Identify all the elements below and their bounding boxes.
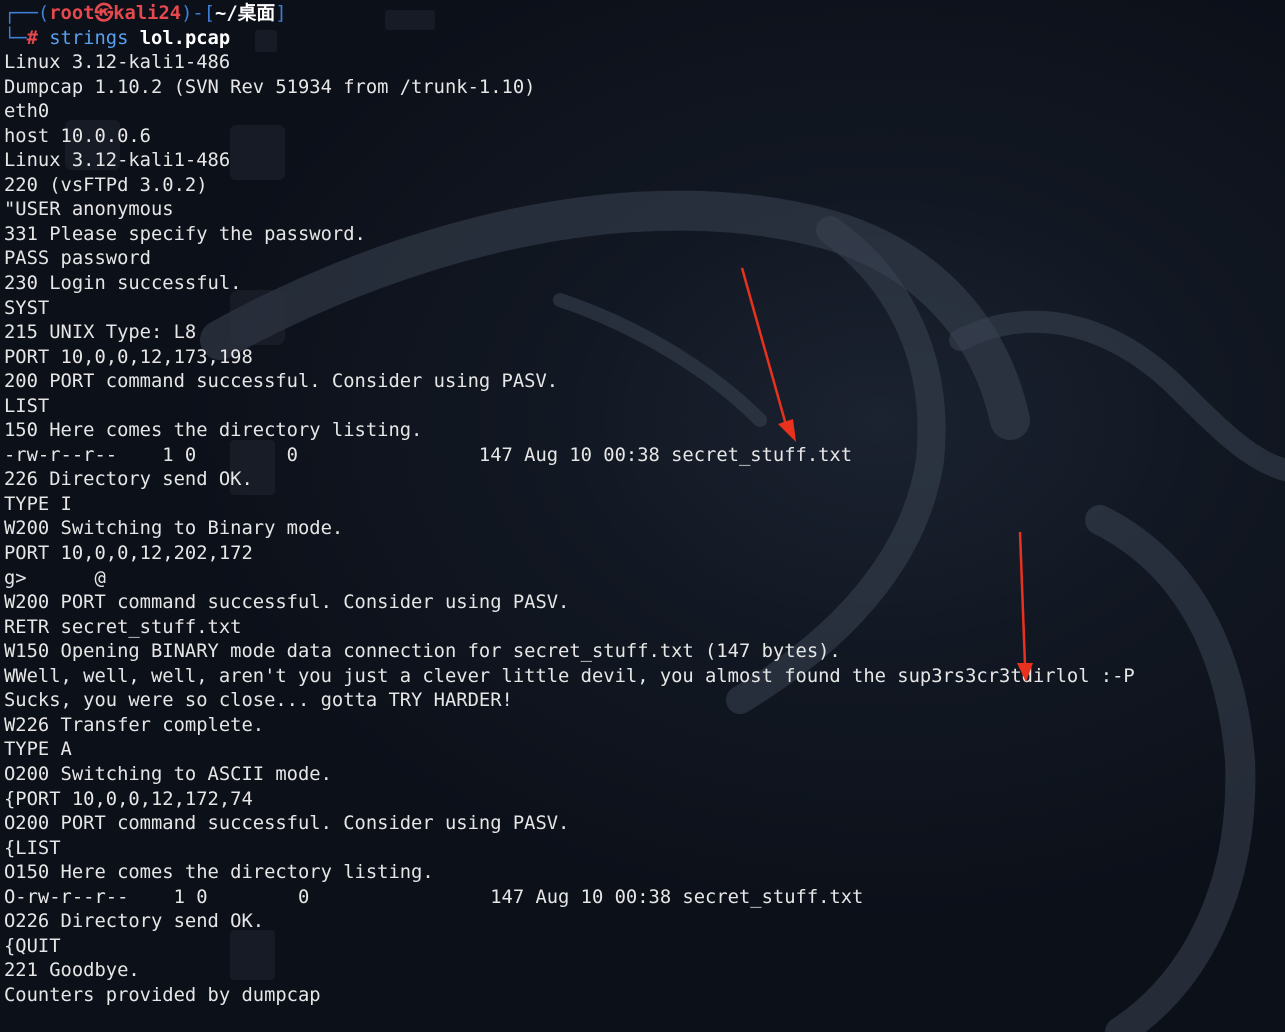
output-line: TYPE I — [4, 493, 72, 515]
prompt-path: ~/桌面 — [215, 3, 276, 24]
output-line: eth0 — [4, 101, 50, 123]
output-line: Linux 3.12-kali1-486 — [4, 52, 231, 74]
output-line: WWell, well, well, aren't you just a cle… — [4, 665, 1135, 687]
output-line: SYST — [4, 297, 50, 319]
output-line: {QUIT — [4, 935, 61, 957]
prompt-frame-open: ┌──( — [4, 3, 50, 24]
output-line: W226 Transfer complete. — [4, 714, 265, 736]
output-line: W200 Switching to Binary mode. — [4, 518, 344, 540]
output-line: PORT 10,0,0,12,202,172 — [4, 543, 253, 565]
output-line: Counters provided by dumpcap — [4, 984, 321, 1006]
output-line: RETR secret_stuff.txt — [4, 616, 242, 638]
output-line: {PORT 10,0,0,12,172,74 — [4, 788, 253, 810]
output-line: {LIST — [4, 837, 61, 859]
output-line: 230 Login successful. — [4, 273, 242, 295]
output-line: 226 Directory send OK. — [4, 469, 253, 491]
output-line: host 10.0.0.6 — [4, 125, 151, 147]
output-line: -rw-r--r-- 1 0 0 147 Aug 10 00:38 secret… — [4, 444, 853, 466]
output-line: TYPE A — [4, 739, 72, 761]
output-line: Linux 3.12-kali1-486 — [4, 150, 231, 172]
prompt-frame-close: ] — [275, 3, 287, 24]
prompt-frame-bottom: └─ — [4, 27, 27, 49]
output-line: 200 PORT command successful. Consider us… — [4, 371, 559, 393]
prompt-hash: # — [26, 27, 38, 49]
output-line: O-rw-r--r-- 1 0 0 147 Aug 10 00:38 secre… — [4, 886, 864, 908]
output-line: PASS password — [4, 248, 151, 270]
output-line: PORT 10,0,0,12,173,198 — [4, 346, 253, 368]
output-line: Sucks, you were so close... gotta TRY HA… — [4, 690, 513, 712]
terminal-window[interactable]: ┌──(root㉿kali24)-[~/桌面] └─# strings lol.p… — [0, 0, 1285, 1032]
prompt-frame-mid: )-[ — [181, 3, 216, 24]
output-line: 221 Goodbye. — [4, 960, 140, 982]
output-line: LIST — [4, 395, 50, 417]
output-line: g> @ — [4, 567, 106, 589]
output-line: 220 (vsFTPd 3.0.2) — [4, 174, 208, 196]
output-line: 150 Here comes the directory listing. — [4, 420, 423, 442]
output-line: W150 Opening BINARY mode data connection… — [4, 641, 841, 663]
prompt-user-host: root㉿kali24 — [49, 3, 182, 24]
output-line: 331 Please specify the password. — [4, 223, 366, 245]
prompt-line-2: └─# strings lol.pcap — [4, 27, 1135, 52]
prompt-line-1: ┌──(root㉿kali24)-[~/桌面] — [4, 2, 1135, 27]
output-line: O150 Here comes the directory listing. — [4, 862, 434, 884]
command-name: strings — [49, 27, 129, 49]
output-line: O200 Switching to ASCII mode. — [4, 763, 332, 785]
output-line: "USER anonymous — [4, 199, 174, 221]
output-line: O200 PORT command successful. Consider u… — [4, 813, 570, 835]
output-line: W200 PORT command successful. Consider u… — [4, 592, 570, 614]
output-line: Dumpcap 1.10.2 (SVN Rev 51934 from /trun… — [4, 76, 536, 98]
output-line: O226 Directory send OK. — [4, 911, 265, 933]
command-argument: lol.pcap — [139, 27, 231, 49]
output-line: 215 UNIX Type: L8 — [4, 322, 197, 344]
terminal-output[interactable]: ┌──(root㉿kali24)-[~/桌面] └─# strings lol.p… — [4, 2, 1135, 1008]
